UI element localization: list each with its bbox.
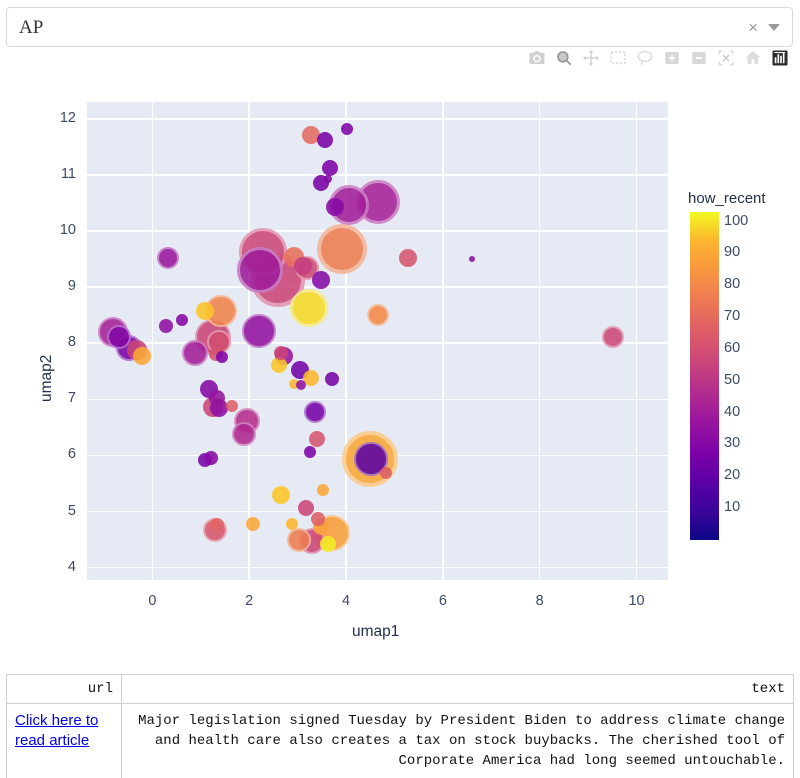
scatter-point[interactable] [216, 350, 229, 363]
x-axis-title: umap1 [352, 623, 400, 640]
gridline-horizontal [87, 342, 668, 345]
chevron-down-icon[interactable] [768, 24, 780, 31]
colorbar-tick-label: 30 [724, 435, 741, 452]
y-tick-label: 8 [67, 334, 76, 351]
x-tick-label: 2 [245, 593, 254, 609]
column-header-text: text [121, 674, 794, 704]
scatter-point[interactable] [156, 246, 179, 269]
scatter-point[interactable] [366, 304, 389, 327]
colorbar-tick-label: 50 [724, 371, 741, 388]
gridline-vertical [345, 102, 347, 580]
colorbar-tick-label: 90 [724, 244, 741, 261]
y-tick-label: 6 [67, 446, 76, 463]
gridline-vertical [635, 102, 638, 580]
table-cell-url: Click here to read article [6, 703, 122, 778]
gridline-vertical [538, 102, 541, 580]
gridline-vertical [442, 102, 444, 580]
scatter-point[interactable] [319, 536, 336, 553]
scatter-point[interactable] [317, 223, 368, 274]
scatter-point[interactable] [241, 313, 276, 348]
umap-scatter-plot[interactable]: 4 5 6 7 8 9 10 11 12 0 2 4 6 8 10 umap2 umap1 how_rec… [0, 72, 800, 652]
colorbar-tick-label: 100 [724, 212, 749, 229]
reset-axes-icon[interactable] [743, 48, 763, 68]
x-tick-label: 4 [341, 593, 351, 609]
zoom-in-icon[interactable] [662, 48, 682, 68]
gridline-horizontal [87, 230, 668, 232]
scatter-point[interactable] [246, 516, 261, 531]
article-table: url text Click here to read article Majo… [6, 674, 794, 778]
scatter-point[interactable] [304, 400, 327, 423]
scatter-point[interactable] [321, 160, 338, 177]
colorbar-tick-label: 10 [724, 499, 741, 516]
scatter-point[interactable] [316, 484, 329, 497]
scatter-point[interactable] [286, 527, 311, 552]
scatter-point[interactable] [399, 248, 417, 267]
scatter-point[interactable] [225, 400, 238, 413]
scatter-point[interactable] [308, 430, 325, 447]
y-tick-label: 11 [60, 165, 76, 182]
scatter-point[interactable] [316, 132, 333, 149]
gridline-vertical [151, 102, 154, 580]
scatter-point[interactable] [340, 122, 353, 135]
colorbar-tick-label: 80 [724, 276, 741, 293]
colorbar-tick-label: 70 [724, 308, 741, 325]
y-tick-label: 4 [67, 558, 76, 575]
y-tick-label: 12 [59, 109, 76, 126]
plotly-modebar[interactable] [527, 48, 790, 68]
gridline-horizontal [87, 286, 668, 288]
y-tick-label: 10 [59, 222, 76, 239]
scatter-point[interactable] [272, 485, 291, 504]
y-tick-label: 5 [67, 502, 76, 519]
zoom-out-icon[interactable] [689, 48, 709, 68]
source-select[interactable]: AP × [6, 7, 793, 47]
scatter-point[interactable] [176, 313, 189, 326]
plotly-logo-icon[interactable] [770, 48, 790, 68]
scatter-point[interactable] [295, 379, 306, 390]
scatter-point[interactable] [602, 325, 625, 348]
colorbar-tick-label: 20 [724, 467, 741, 484]
x-tick-label: 0 [148, 593, 157, 609]
box-select-icon[interactable] [608, 48, 628, 68]
gridline-horizontal [87, 398, 668, 401]
y-axis-title: umap2 [38, 354, 55, 402]
x-tick-label: 6 [438, 593, 447, 609]
colorbar-title: how_recent [688, 190, 766, 207]
scatter-point[interactable] [468, 256, 475, 263]
scatter-point[interactable] [285, 517, 298, 530]
scatter-point[interactable] [132, 346, 151, 365]
gridline-horizontal [87, 566, 668, 569]
download-plot-icon[interactable] [527, 48, 547, 68]
pan-icon[interactable] [581, 48, 601, 68]
source-select-value: AP [19, 17, 44, 38]
zoom-icon[interactable] [554, 48, 574, 68]
scatter-point[interactable] [195, 301, 214, 320]
scatter-point[interactable] [236, 247, 283, 294]
x-tick-label: 10 [628, 593, 645, 609]
lasso-select-icon[interactable] [635, 48, 655, 68]
gridline-horizontal [87, 118, 668, 120]
clear-icon[interactable]: × [748, 18, 758, 38]
gridline-horizontal [87, 174, 668, 176]
x-tick-label: 8 [535, 593, 544, 609]
y-tick-label: 9 [67, 278, 76, 295]
table-cell-text: Major legislation signed Tuesday by Pres… [121, 703, 794, 778]
table-row: Click here to read article Major legisla… [6, 703, 794, 778]
colorbar-tick-label: 60 [724, 339, 741, 356]
table-header-row: url text [6, 674, 794, 704]
colorbar-tick-label: 40 [724, 403, 741, 420]
app-root: AP × 4 5 6 7 8 9 10 11 12 0 2 4 6 8 10 u… [0, 0, 800, 778]
colorbar-gradient [690, 212, 719, 540]
autoscale-icon[interactable] [716, 48, 736, 68]
column-header-url: url [6, 674, 122, 704]
gridline-horizontal [87, 510, 668, 513]
article-link[interactable]: Click here to read article [15, 711, 113, 751]
